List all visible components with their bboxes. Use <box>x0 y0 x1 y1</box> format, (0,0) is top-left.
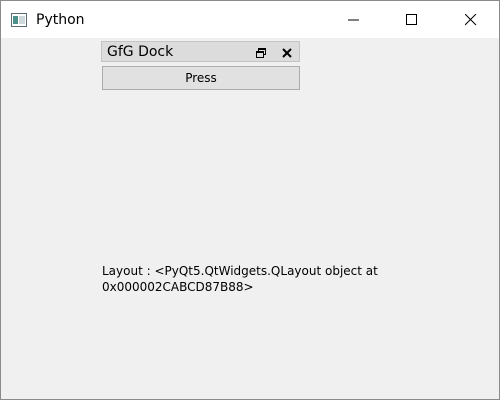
layout-info-label: Layout : <PyQt5.QtWidgets.QLayout object… <box>102 264 378 294</box>
dock-title-bar[interactable]: GfG Dock <box>101 41 300 62</box>
maximize-icon <box>406 14 417 25</box>
minimize-button[interactable] <box>331 1 377 38</box>
close-icon <box>465 14 477 26</box>
title-bar[interactable]: Python <box>1 1 499 38</box>
close-dock-icon[interactable] <box>280 45 294 59</box>
press-button[interactable]: Press <box>102 66 300 90</box>
close-button[interactable] <box>448 1 494 38</box>
main-window-area: GfG Dock Press Layout : <PyQt5.QtWidgets… <box>1 38 499 399</box>
minimize-icon <box>348 19 359 21</box>
dock-title: GfG Dock <box>107 44 174 60</box>
python-window-icon <box>11 12 27 27</box>
float-dock-icon[interactable] <box>254 45 268 59</box>
app-window: Python GfG Dock Press Layout: <PyQt5.Qt… <box>0 0 500 400</box>
maximize-button[interactable] <box>389 1 435 38</box>
window-title: Python <box>36 12 85 28</box>
